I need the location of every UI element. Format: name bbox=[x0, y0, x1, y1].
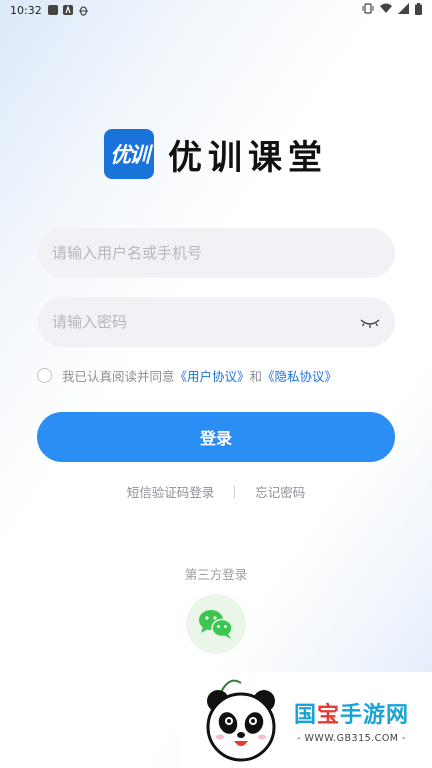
agreement-prefix: 我已认真阅读并同意 bbox=[62, 369, 175, 384]
wifi-icon bbox=[380, 3, 392, 17]
watermark-text: 国宝手游网 - WWW.GB315.COM - bbox=[294, 697, 409, 744]
watermark-url: - WWW.GB315.COM - bbox=[297, 732, 406, 744]
wechat-login-button[interactable] bbox=[186, 594, 246, 654]
agreement-checkbox[interactable] bbox=[37, 368, 52, 383]
status-bar: 10:32 bbox=[0, 0, 432, 20]
status-right-icons bbox=[362, 2, 422, 18]
eye-closed-icon[interactable] bbox=[359, 315, 381, 329]
square-notification-icon bbox=[47, 5, 58, 15]
status-time: 10:32 bbox=[10, 3, 42, 17]
bug-notification-icon bbox=[78, 5, 89, 16]
app-name: 优训课堂 bbox=[168, 137, 328, 178]
password-field[interactable] bbox=[38, 297, 395, 347]
password-input[interactable] bbox=[52, 313, 353, 331]
forgot-password-link[interactable]: 忘记密码 bbox=[255, 482, 305, 501]
brand-header: 优训 优训课堂 bbox=[0, 128, 432, 180]
privacy-policy-link[interactable]: 《隐私协议》 bbox=[262, 366, 337, 385]
app-logo: 优训 bbox=[104, 129, 154, 179]
panda-logo bbox=[206, 679, 276, 762]
username-field[interactable] bbox=[38, 228, 395, 278]
sms-login-link[interactable]: 短信验证码登录 bbox=[127, 482, 215, 501]
link-divider bbox=[234, 485, 236, 498]
user-agreement-link[interactable]: 《用户协议》 bbox=[175, 366, 250, 385]
app-logo-text: 优训 bbox=[110, 142, 150, 167]
watermark: 国宝手游网 - WWW.GB315.COM - bbox=[180, 672, 432, 768]
third-party-label: 第三方登录 bbox=[184, 567, 248, 582]
agreement-row: 我已认真阅读并同意 《用户协议》 和 《隐私协议》 bbox=[37, 366, 337, 385]
login-button[interactable]: 登录 bbox=[37, 412, 395, 462]
alt-login-links: 短信验证码登录 忘记密码 bbox=[0, 482, 432, 501]
agreement-and: 和 bbox=[249, 369, 263, 384]
signal-icon bbox=[398, 3, 409, 17]
username-input[interactable] bbox=[52, 244, 381, 262]
watermark-title: 国宝手游网 bbox=[294, 702, 410, 728]
battery-icon bbox=[415, 2, 422, 18]
a-notification-icon bbox=[62, 5, 73, 15]
wechat-icon bbox=[199, 610, 233, 639]
vibrate-icon bbox=[362, 3, 374, 17]
